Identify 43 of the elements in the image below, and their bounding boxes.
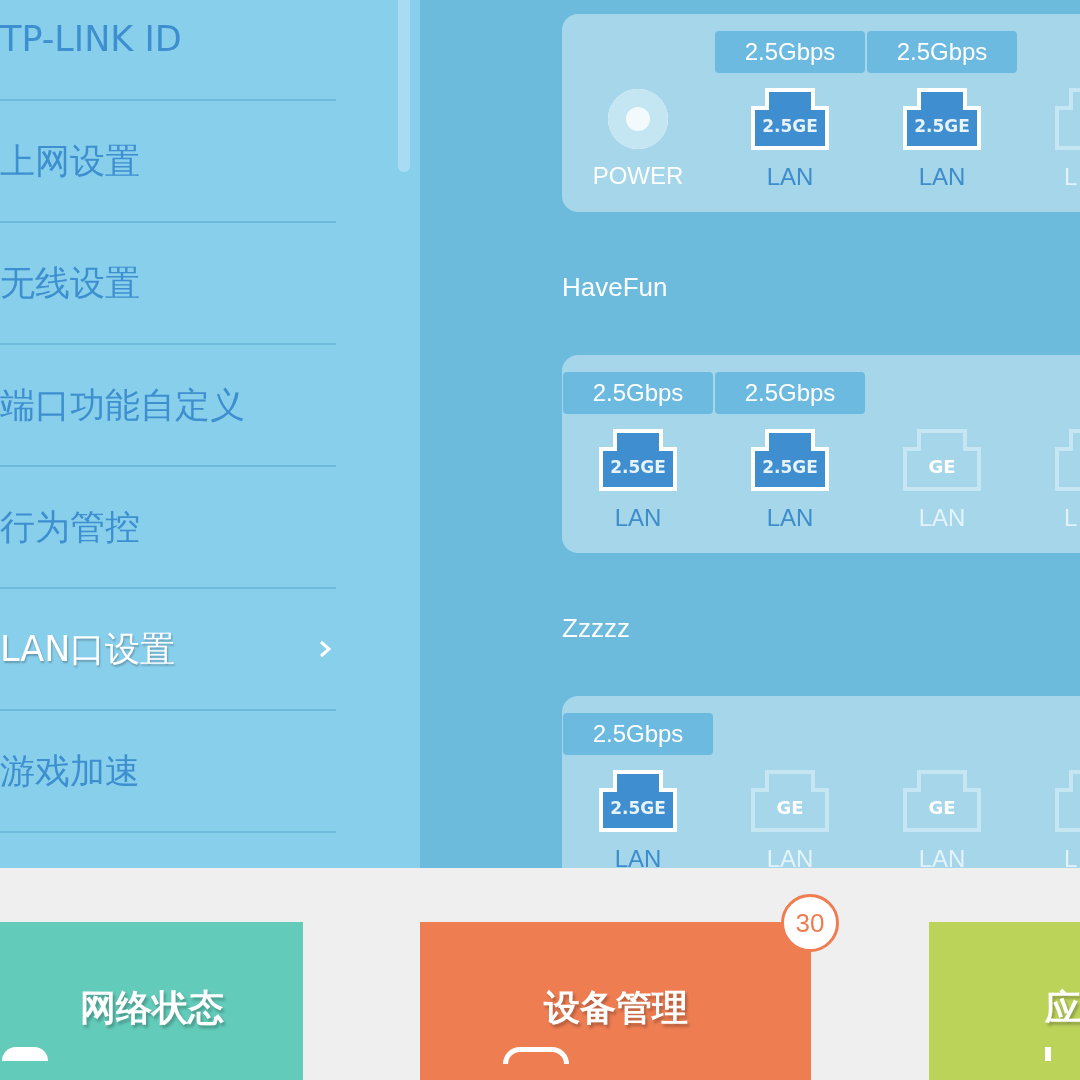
tile-icon bbox=[502, 1047, 569, 1064]
ethernet-port-icon: GE bbox=[751, 770, 829, 832]
power-indicator-icon bbox=[608, 89, 668, 149]
tile-icon bbox=[1045, 1047, 1051, 1061]
menu-tile[interactable]: 网络状态 bbox=[0, 922, 303, 1080]
ethernet-port-icon: GE bbox=[903, 429, 981, 491]
speed-tag: 2.5Gbps bbox=[715, 372, 865, 414]
ethernet-port-icon: 2.5GE bbox=[599, 429, 677, 491]
ethernet-port-icon: GE bbox=[903, 770, 981, 832]
port-label: POWER bbox=[592, 162, 684, 190]
menu-item[interactable]: 行为管控 bbox=[0, 467, 336, 589]
menu-item[interactable]: 无线设置 bbox=[0, 223, 336, 345]
scrollbar[interactable] bbox=[398, 0, 410, 172]
port-label: L bbox=[1064, 163, 1078, 191]
count-badge: 30 bbox=[781, 894, 839, 952]
speed-tag: 2.5Gbps bbox=[867, 31, 1017, 73]
port-label: LAN bbox=[766, 845, 814, 868]
port-label: LAN bbox=[614, 845, 662, 868]
port-label: L bbox=[1064, 845, 1078, 868]
menu-item[interactable]: 端口功能自定义 bbox=[0, 345, 336, 467]
port-label: LAN bbox=[766, 504, 814, 532]
ethernet-port-icon: 2.5GE bbox=[599, 770, 677, 832]
port-label: L bbox=[1064, 504, 1078, 532]
port-label: LAN bbox=[614, 504, 662, 532]
menu-item[interactable]: TP-LINK ID bbox=[0, 0, 336, 101]
speed-tag: 2.5Gbps bbox=[563, 713, 713, 755]
port-label: LAN bbox=[918, 845, 966, 868]
menu-item[interactable]: 游戏加速 bbox=[0, 711, 336, 833]
port-label: LAN bbox=[918, 163, 966, 191]
menu-item[interactable]: 上网设置 bbox=[0, 101, 336, 223]
port-label: LAN bbox=[918, 504, 966, 532]
group-name: HaveFun bbox=[562, 271, 669, 304]
speed-tag: 2.5Gbps bbox=[715, 31, 865, 73]
speed-tag: 2.5Gbps bbox=[563, 372, 713, 414]
menu-item[interactable]: LAN口设置 bbox=[0, 589, 336, 711]
group-name: Zzzzz bbox=[562, 612, 631, 645]
port-label: LAN bbox=[766, 163, 814, 191]
tile-icon bbox=[2, 1047, 48, 1061]
ethernet-port-icon: 2.5GE bbox=[903, 88, 981, 150]
menu-tile[interactable]: 应 bbox=[929, 922, 1080, 1080]
ethernet-port-icon: 2.5GE bbox=[751, 88, 829, 150]
chevron-icon bbox=[318, 639, 332, 659]
ethernet-port-icon: 2.5GE bbox=[751, 429, 829, 491]
